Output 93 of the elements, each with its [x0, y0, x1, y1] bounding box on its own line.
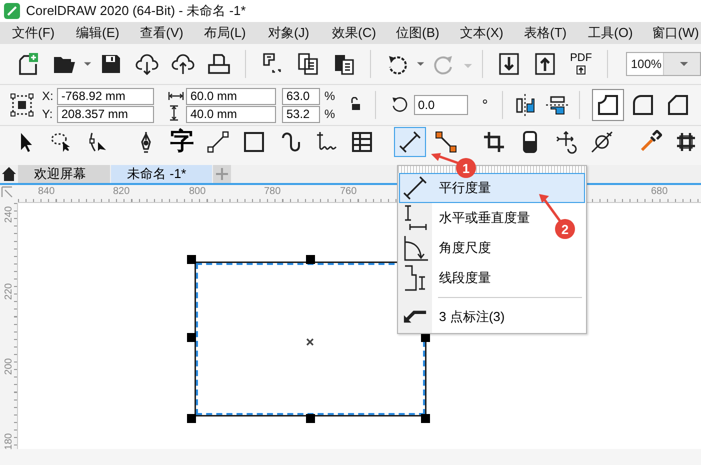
percent-label: %: [324, 88, 336, 104]
move-arrows-icon: [554, 130, 578, 154]
line-tool-icon: [206, 130, 230, 154]
ruler-label: 760: [340, 186, 357, 197]
menu-item[interactable]: 工具(O): [588, 24, 652, 42]
ruler-label: 200: [4, 358, 14, 376]
menu-item[interactable]: 对象(J): [268, 24, 332, 42]
round-corner-icon: [596, 93, 620, 117]
flyout-menu-item[interactable]: 线段度量: [399, 263, 585, 293]
y-label: Y:: [42, 106, 54, 122]
plus-icon: [215, 167, 229, 181]
document-tab[interactable]: 未命名 -1*: [111, 165, 212, 183]
export-small-icon: [576, 65, 586, 75]
degree-label: °: [482, 96, 488, 114]
selection-handle[interactable]: [187, 333, 196, 342]
caret-icon: [416, 62, 424, 66]
callout-arrow: [430, 153, 460, 165]
new-document-icon: [16, 52, 40, 76]
menu-item[interactable]: 查看(V): [140, 24, 204, 42]
x-label: X:: [42, 88, 54, 104]
callout-arrow-icon: [403, 310, 427, 324]
selection-handle[interactable]: [187, 255, 196, 264]
ruler-label: 240: [4, 206, 14, 224]
menu-item[interactable]: 窗口(W): [652, 24, 699, 42]
menu-item[interactable]: 编辑(E): [76, 24, 140, 42]
chamfer-corner-icon: [666, 93, 690, 117]
ruler-label: 820: [113, 186, 130, 197]
selection-handle[interactable]: [306, 414, 315, 423]
rotation-field[interactable]: 0.0: [414, 95, 468, 115]
menu-item[interactable]: 文件(F): [12, 24, 76, 42]
paste-icon: [332, 52, 356, 76]
cloud-download-icon: [135, 52, 160, 76]
text-tool-button[interactable]: 字: [166, 127, 198, 157]
callout-arrow: [538, 193, 562, 223]
menu-item[interactable]: 效果(C): [332, 24, 396, 42]
angular-dimension-icon: [402, 235, 428, 261]
scale-y-field[interactable]: 53.2: [282, 106, 320, 122]
menu-item[interactable]: 位图(B): [396, 24, 460, 42]
selection-handle[interactable]: [306, 255, 315, 264]
center-mark-icon: [306, 338, 314, 346]
home-icon: [1, 166, 17, 182]
segment-dimension-icon: [402, 265, 428, 291]
height-field[interactable]: 40.0 mm: [186, 106, 276, 122]
menu-item[interactable]: 布局(L): [204, 24, 268, 42]
x-position-field[interactable]: -768.92 mm: [57, 88, 154, 104]
table-icon: [350, 130, 374, 154]
import-icon: [496, 52, 521, 76]
copy-icon: [296, 52, 320, 76]
ruler-label: 800: [189, 186, 206, 197]
caret-icon: [84, 62, 92, 66]
window-title: CorelDRAW 2020 (64-Bit) - 未命名 -1*: [26, 2, 246, 20]
menu-item[interactable]: 文本(X): [460, 24, 524, 42]
lock-icon: [349, 96, 362, 110]
ruler-label: 780: [264, 186, 281, 197]
parallel-dimension-icon: [402, 175, 428, 201]
scale-x-field[interactable]: 63.0: [282, 88, 320, 104]
ruler-label: 840: [38, 186, 55, 197]
scallop-corner-icon: [631, 93, 656, 117]
flyout-menu-item[interactable]: 3 点标注(3): [399, 302, 585, 332]
caret-icon: [464, 64, 472, 68]
flyout-menu-item[interactable]: 平行度量: [399, 173, 585, 203]
horizontal-vertical-dimension-icon: [402, 205, 428, 231]
blend-icon: [590, 130, 614, 154]
round-corner-button[interactable]: [592, 89, 624, 121]
document-tab[interactable]: 欢迎屏幕: [18, 165, 110, 183]
ruler-label: 680: [651, 186, 668, 197]
publish-pdf-button[interactable]: PDF: [564, 48, 597, 80]
rectangle-icon: [242, 130, 266, 154]
y-position-field[interactable]: 208.357 mm: [57, 106, 154, 122]
selection-handle[interactable]: [421, 414, 430, 423]
height-arrow-icon: [168, 104, 180, 120]
tray-icon: [207, 52, 232, 76]
width-field[interactable]: 60.0 mm: [186, 88, 276, 104]
caret-icon: [680, 62, 688, 66]
ruler-label: 220: [4, 282, 14, 300]
menu-grip-strip[interactable]: [398, 166, 586, 173]
selection-handle[interactable]: [187, 414, 196, 423]
menu-item[interactable]: 表格(T): [524, 24, 588, 42]
eyedropper-icon: [638, 130, 662, 154]
app-logo-icon: [4, 3, 20, 19]
crop-icon: [482, 130, 506, 154]
ruler-origin-icon: [0, 185, 14, 199]
cloud-upload-icon: [171, 52, 196, 76]
export-icon: [532, 52, 557, 76]
connector-icon: [434, 130, 458, 154]
percent-label: %: [324, 106, 336, 122]
zoom-level-dropdown[interactable]: 100%: [626, 52, 701, 76]
ruler-label: 180: [4, 432, 14, 450]
width-arrow-icon: [168, 90, 184, 102]
dimension-tool-button[interactable]: [394, 127, 426, 157]
anchor-grid-icon: [10, 93, 34, 117]
grid-icon: [674, 130, 698, 154]
dimension-line-icon: [398, 130, 422, 154]
